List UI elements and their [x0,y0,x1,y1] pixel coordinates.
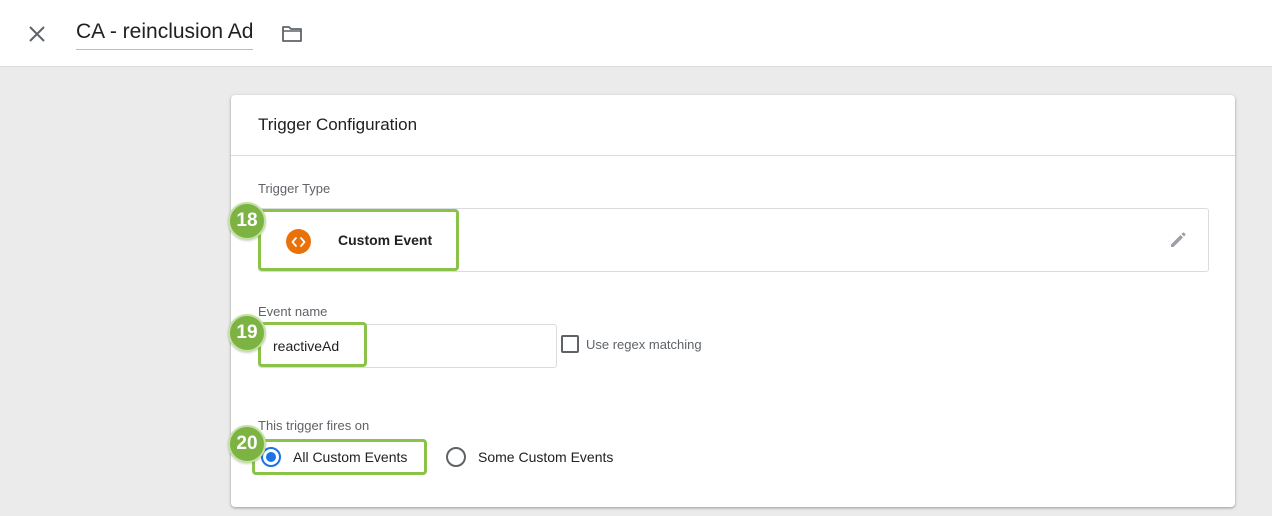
annotation-badge: 18 [228,202,266,240]
radio-label: All Custom Events [293,449,408,465]
trigger-configuration-card: Trigger Configuration Trigger Type Custo… [231,95,1235,507]
event-name-input[interactable] [258,324,557,368]
close-icon [29,26,45,42]
radio-button[interactable] [446,447,466,467]
edit-trigger-type-button[interactable] [1166,228,1190,252]
folder-button[interactable] [279,21,305,47]
pencil-icon [1171,232,1186,247]
checkbox-box[interactable] [561,335,579,353]
regex-label: Use regex matching [586,336,702,352]
radio-label: Some Custom Events [478,449,614,465]
trigger-type-name: Custom Event [338,232,433,248]
annotation-badge: 20 [228,425,266,463]
tag-title[interactable]: CA - reinclusion Ad [76,20,254,50]
custom-event-code-icon [286,229,311,254]
event-name-label: Event name [258,304,328,319]
trigger-type-label: Trigger Type [258,181,331,196]
fires-on-label: This trigger fires on [258,418,370,433]
radio-some-custom-events[interactable]: Some Custom Events [446,447,613,467]
close-button[interactable] [22,19,52,49]
regex-checkbox[interactable]: Use regex matching [561,335,702,353]
trigger-type-selector[interactable]: Custom Event [258,208,1209,272]
folder-icon [282,26,302,42]
top-bar: CA - reinclusion Ad [0,0,1272,67]
annotation-badge: 19 [228,314,266,352]
radio-all-custom-events[interactable]: All Custom Events [261,447,407,467]
card-title: Trigger Configuration [231,95,1235,156]
